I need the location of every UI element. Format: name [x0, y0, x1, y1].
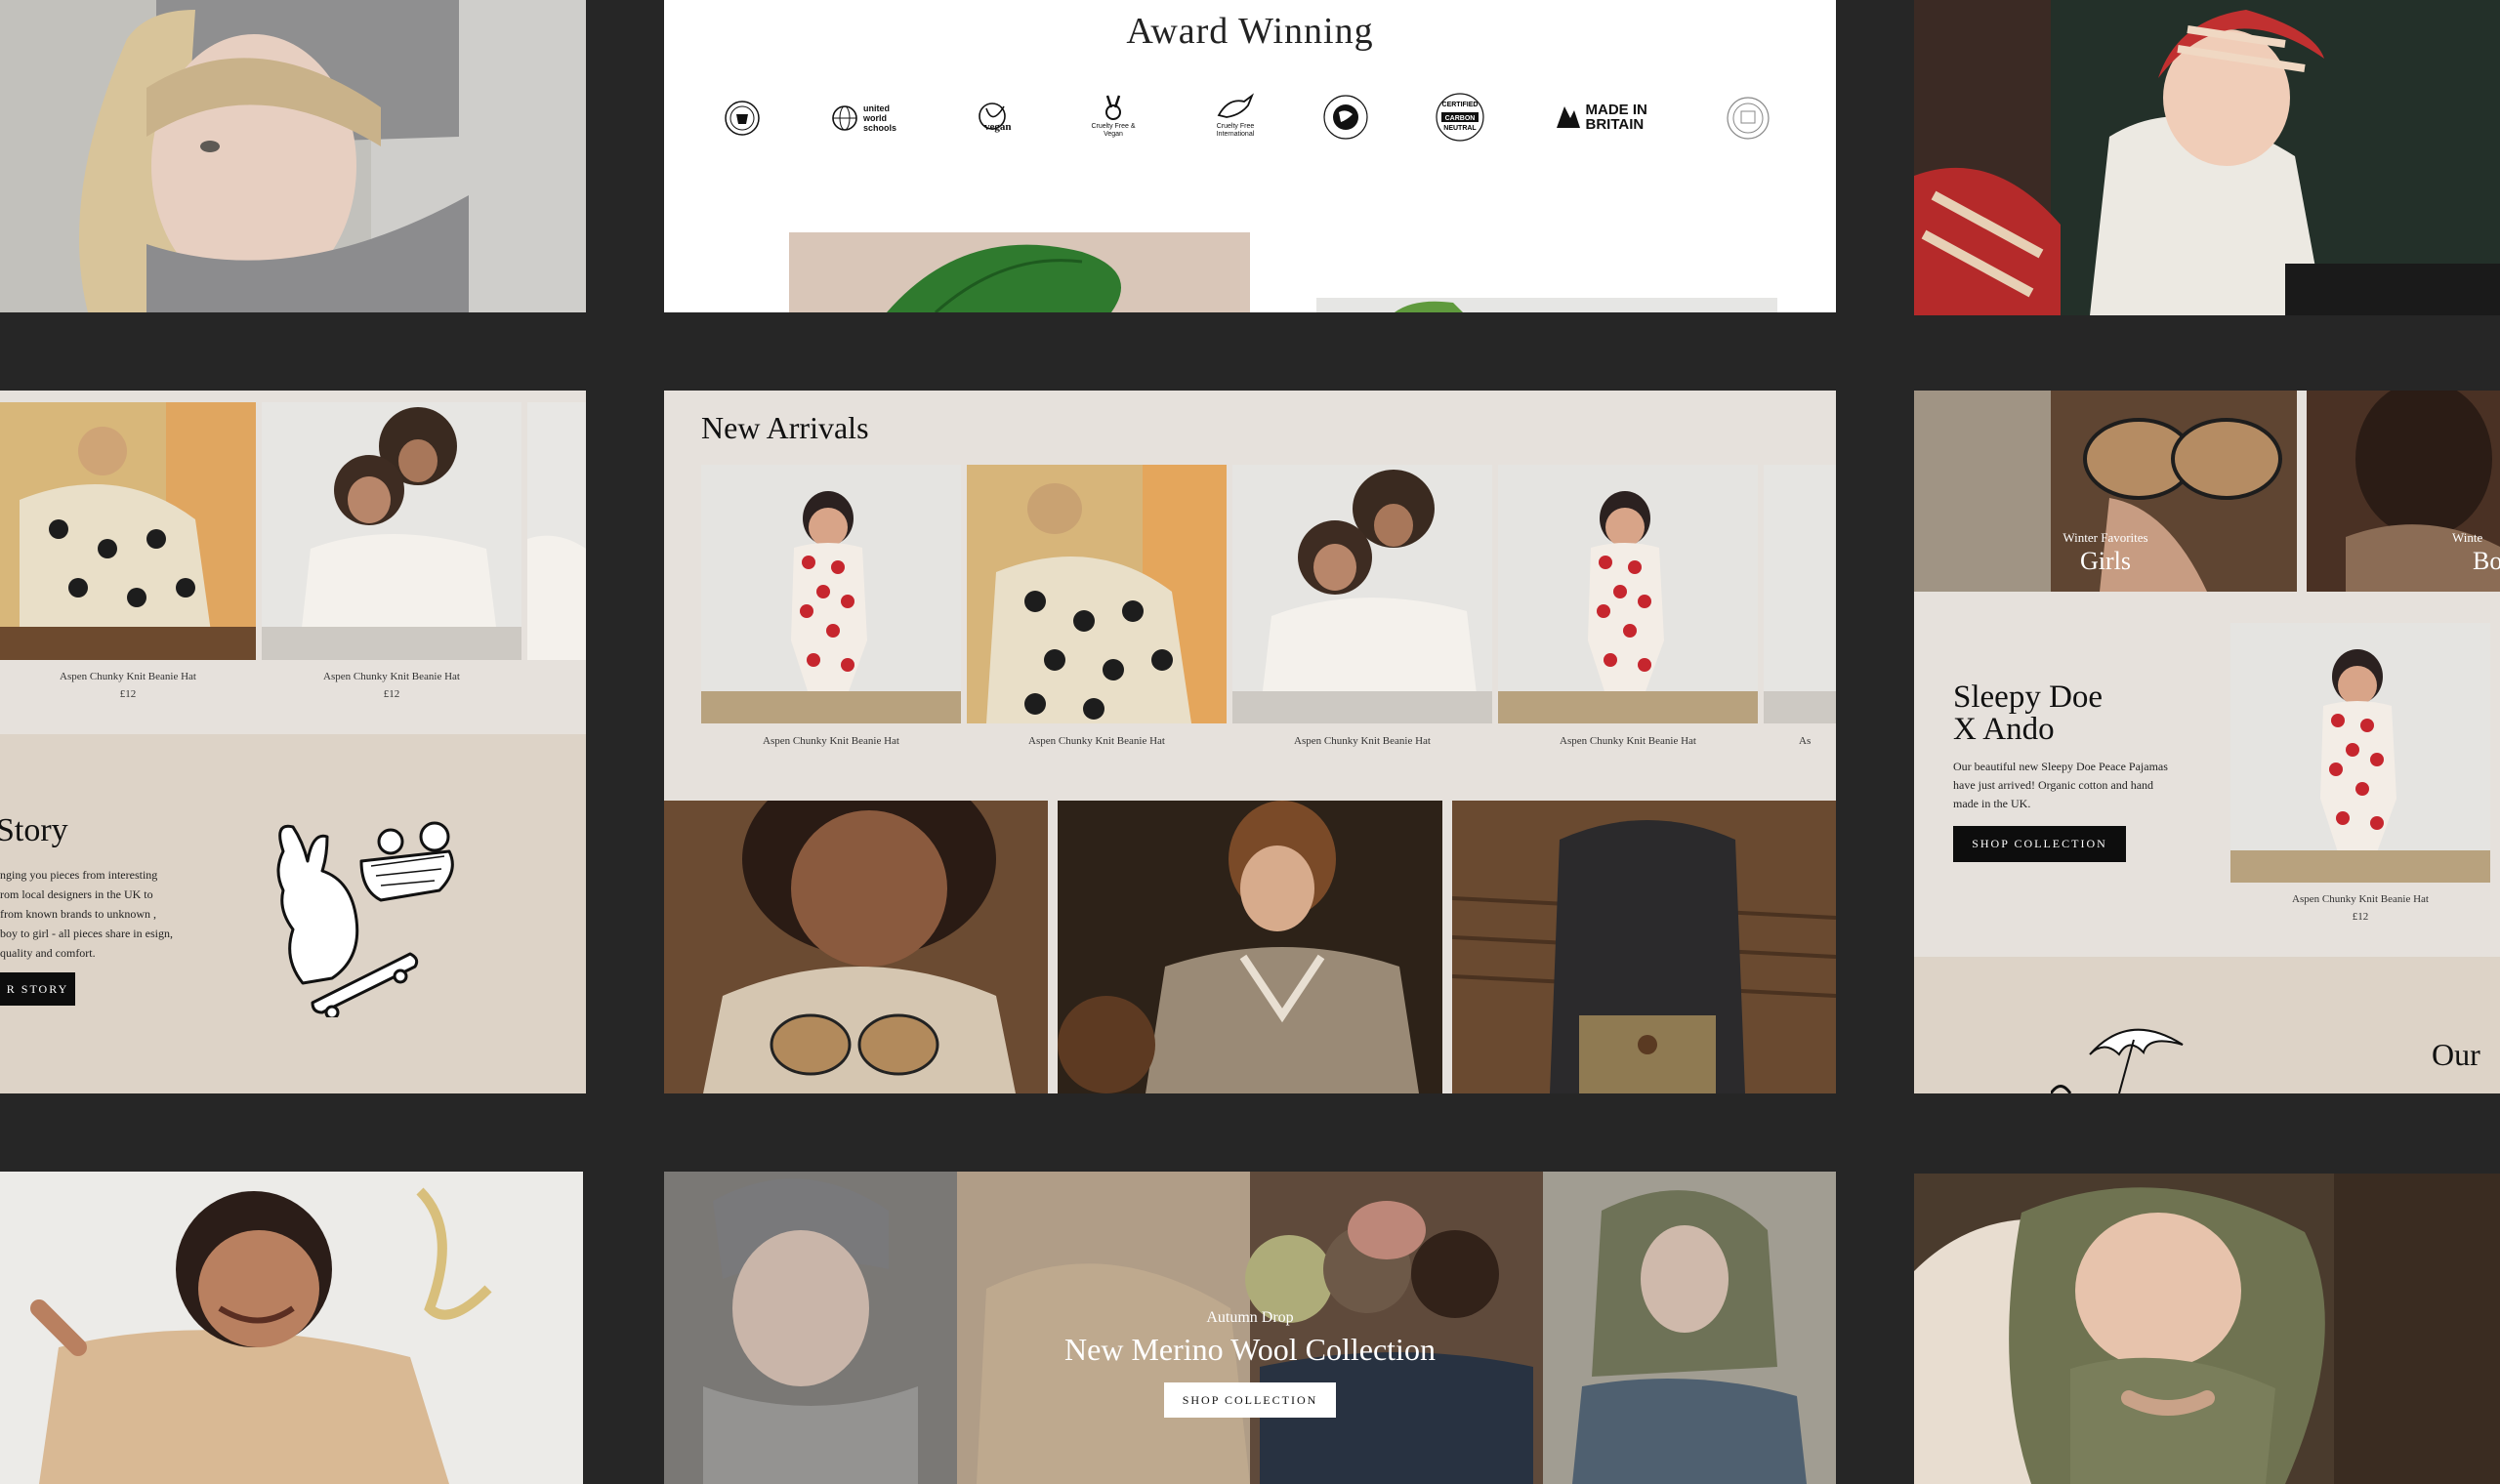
product-photo-polka-dot[interactable] [0, 402, 256, 660]
new-arrivals-title: New Arrivals [701, 410, 869, 445]
product-name[interactable]: Aspen Chunky Knit Beanie Hat [2230, 893, 2490, 905]
globe-seal-icon [1316, 88, 1375, 146]
stamp-icon [1724, 94, 1772, 143]
story-body: nging you pieces from interesting rom lo… [0, 868, 173, 960]
rabbit-icon: Cruelty Free & Vegan [1084, 88, 1143, 143]
category-boys-link[interactable]: Bo [2473, 547, 2500, 576]
our-story-button[interactable]: R STORY [0, 972, 75, 1006]
new-arrivals-card: New Arrivals Aspen Chunky Knit Beanie Ha… [664, 391, 1836, 1093]
sleepy-doe-title-line: X Ando [1953, 712, 2055, 747]
product-name[interactable]: As [1764, 735, 1836, 747]
product-photo-red-dots-onesie[interactable] [701, 465, 961, 723]
product-price: £12 [2352, 911, 2369, 923]
lifestyle-photo-girl-suitcase [1452, 801, 1836, 1093]
lifestyle-photo-girl [664, 801, 1048, 1093]
rabbit-skateboard-illustration [276, 821, 454, 1017]
leaf-photo [789, 232, 1250, 312]
lifestyle-photo-boy-sweater [1058, 801, 1442, 1093]
product-name[interactable]: Aspen Chunky Knit Beanie Hat [967, 735, 1227, 747]
our-section: Our [1914, 957, 2500, 1093]
sleepy-doe-card: Winter Favorites Girls Winte Bo Sleepy D… [1914, 391, 2500, 1093]
merino-title: New Merino Wool Collection [1064, 1332, 1436, 1367]
product-price: £12 [119, 688, 137, 700]
sleepy-doe-title: Sleepy Doe X Ando [1953, 681, 2103, 746]
girls-red-hats-photo [1914, 0, 2500, 315]
merino-eyebrow: Autumn Drop [1206, 1309, 1294, 1326]
category-girls-link[interactable]: Girls [1914, 547, 2297, 576]
product-name[interactable]: Aspen Chunky Knit Beanie Hat [1498, 735, 1758, 747]
plant-photo [1316, 298, 1777, 312]
product-price: £12 [383, 688, 400, 700]
product-photo-polka-dot[interactable] [967, 465, 1227, 723]
shop-collection-button[interactable]: SHOP COLLECTION [1164, 1382, 1336, 1418]
product-photo-two-kids[interactable] [1232, 465, 1492, 723]
merino-collection-hero [664, 1172, 1836, 1484]
vegan-icon: vegan [967, 96, 1025, 141]
story-card: Aspen Chunky Knit Beanie Hat £12 Aspen C… [0, 391, 586, 1093]
product-photo-red-dots-onesie[interactable] [1498, 465, 1758, 723]
svg-text:CERTIFIED: CERTIFIED [1442, 102, 1479, 108]
award-title: Award Winning [1126, 11, 1374, 52]
svg-text:CARBON: CARBON [1445, 115, 1476, 122]
sleepy-doe-title-line: Sleepy Doe [1953, 680, 2104, 715]
newborn-photo [1914, 1174, 2500, 1484]
carbon-neutral-icon: CERTIFIED CARBON NEUTRAL [1431, 88, 1489, 146]
photo-card-newborn [1914, 1174, 2500, 1484]
photo-card-girls-red-hats [1914, 0, 2500, 315]
product-photo-two-kids[interactable] [262, 402, 521, 660]
product-photo-partial[interactable] [1764, 465, 1836, 723]
made-in-britain-icon: MADE IN BRITAIN [1548, 98, 1670, 137]
category-eyebrow: Winter Favorites [2062, 530, 2148, 545]
globe-icon: united world schools [825, 96, 913, 141]
our-heading: Our [2432, 1037, 2480, 1072]
award-winning-card: Award Winning united world schools vegan… [664, 0, 1836, 312]
product-name[interactable]: Aspen Chunky Knit Beanie Hat [262, 671, 521, 682]
product-name[interactable]: Aspen Chunky Knit Beanie Hat [0, 671, 256, 682]
svg-text:NEUTRAL: NEUTRAL [1443, 125, 1477, 132]
product-name[interactable]: Aspen Chunky Knit Beanie Hat [1232, 735, 1492, 747]
leaping-bunny-icon: Cruelty Free International [1201, 88, 1270, 143]
category-eyebrow: Winte [2452, 530, 2483, 545]
story-title: Story [0, 812, 68, 848]
shop-collection-button[interactable]: SHOP COLLECTION [1953, 826, 2126, 862]
product-name[interactable]: Aspen Chunky Knit Beanie Hat [701, 735, 961, 747]
photo-card-boy-beanie [0, 0, 586, 312]
photo-card-toddler [0, 1172, 583, 1484]
product-photo-red-dots-onesie[interactable] [2230, 623, 2490, 883]
merino-collection-card: Autumn Drop New Merino Wool Collection S… [664, 1172, 1836, 1484]
toddler-photo [0, 1172, 583, 1484]
umbrella-illustration [2051, 1028, 2184, 1093]
story-section: Story nging you pieces from interesting … [0, 734, 586, 1093]
category-photo-boys[interactable] [2307, 391, 2500, 592]
boy-beanie-photo [0, 0, 586, 312]
product-photo-partial[interactable] [527, 402, 586, 660]
sleepy-doe-body: Our beautiful new Sleepy Doe Peace Pajam… [1953, 760, 2168, 810]
badge-icon [718, 96, 767, 141]
